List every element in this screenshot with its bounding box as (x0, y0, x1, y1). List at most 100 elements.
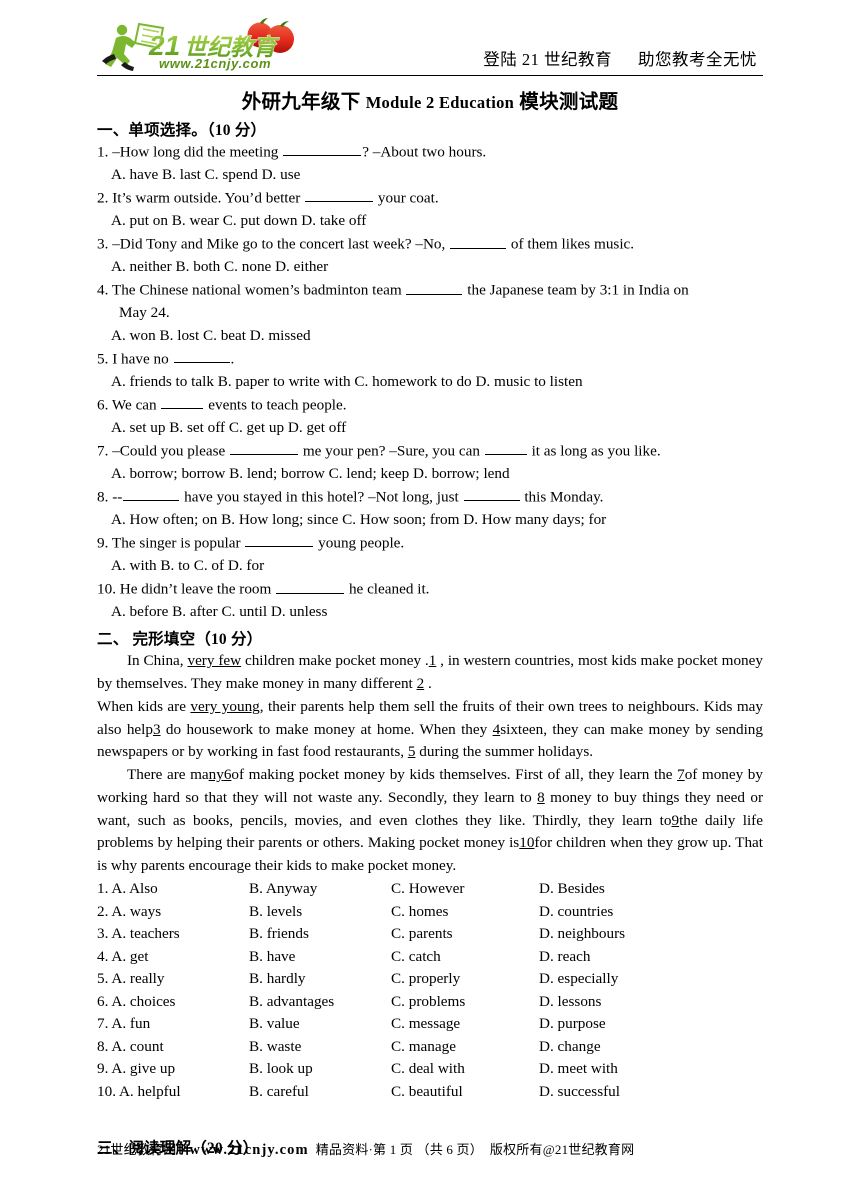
page-title: 外研九年级下 Module 2 Education 模块测试题 (97, 85, 763, 114)
cloze-opt-1-b: B. Anyway (249, 880, 318, 898)
cloze-option-row: 1. A. Also B. Anyway C. However D. Besid… (97, 878, 763, 901)
q10-text-b: he cleaned it. (345, 580, 430, 598)
cloze-opt-8-b: B. waste (249, 1037, 302, 1055)
cloze-paragraph-1: In China, very few children make pocket … (97, 650, 763, 696)
cloze-opt-1-a: 1. A. Also (97, 880, 158, 898)
q9-blank (245, 532, 314, 548)
cloze-p3-seg2: of making pocket money by kids themselve… (231, 766, 678, 784)
cloze-opt-4-a: 4. A. get (97, 947, 149, 965)
page-content: 21 世纪教育 www.21cnjy.com 登陆 21 世纪教育 助您教考全无忧… (97, 18, 763, 1159)
question-8-options: A. How often; on B. How long; since C. H… (111, 511, 607, 529)
q6-blank (161, 394, 204, 410)
q4-blank (406, 279, 463, 295)
cloze-opt-2-c: C. homes (391, 902, 449, 920)
cloze-opt-8-c: C. manage (391, 1037, 456, 1055)
cloze-opt-7-b: B. value (249, 1015, 300, 1033)
cloze-options-list: 1. A. Also B. Anyway C. However D. Besid… (97, 878, 763, 1103)
cloze-opt-7-c: C. message (391, 1015, 461, 1033)
cloze-option-row: 4. A. get B. have C. catch D. reach (97, 946, 763, 969)
q8-text-a: 8. -- (97, 488, 123, 506)
svg-text:www.21cnjy.com: www.21cnjy.com (159, 56, 271, 71)
document-page: 21 世纪教育 www.21cnjy.com 登陆 21 世纪教育 助您教考全无忧… (0, 0, 860, 1191)
cloze-blank-7: 7 (677, 766, 685, 784)
q7-blank-2 (484, 440, 527, 456)
cloze-opt-5-d: D. especially (539, 970, 619, 988)
cloze-opt-5-b: B. hardly (249, 970, 306, 988)
question-4-continuation: May 24. (119, 304, 170, 322)
logo-graphic: 21 世纪教育 www.21cnjy.com (102, 18, 294, 71)
q2-blank (305, 187, 374, 203)
cloze-p2-seg3: do housework to make money at home. When… (160, 720, 493, 738)
cloze-opt-6-a: 6. A. choices (97, 992, 176, 1010)
question-5-options: A. friends to talk B. paper to write wit… (111, 373, 583, 391)
q10-blank (276, 578, 345, 594)
cloze-p2-seg5: during the summer holidays. (415, 743, 594, 761)
q7-text-b: me your pen? –Sure, you can (299, 442, 484, 460)
question-7-options: A. borrow; borrow B. lend; borrow C. len… (111, 465, 510, 483)
cloze-option-row: 3. A. teachers B. friends C. parents D. … (97, 923, 763, 946)
cloze-p1-underline-1: very few (187, 652, 242, 670)
cloze-opt-9-d: D. meet with (539, 1060, 618, 1078)
q8-text-b: have you stayed in this hotel? –Not long… (180, 488, 463, 506)
question-6-options: A. set up B. set off C. get up D. get of… (111, 419, 347, 437)
q1-text-b: ? –About two hours. (362, 143, 487, 161)
cloze-opt-7-a: 7. A. fun (97, 1015, 151, 1033)
q9-text-b: young people. (314, 534, 405, 552)
q2-text-a: 2. It’s warm outside. You’d better (97, 189, 305, 207)
footer-site-name: 21世纪教育网 (97, 1142, 177, 1157)
cloze-opt-9-b: B. look up (249, 1060, 313, 1078)
cloze-p3-seg1: There are ma (127, 766, 209, 784)
header-slogan-left: 登陆 21 世纪教育 (483, 50, 612, 69)
question-6-stem: 6. We can events to teach people. (97, 394, 763, 417)
cloze-opt-3-a: 3. A. teachers (97, 925, 180, 943)
cloze-opt-3-d: D. neighbours (539, 925, 626, 943)
cloze-opt-1-d: D. Besides (539, 880, 605, 898)
cloze-opt-4-c: C. catch (391, 947, 441, 965)
question-2-options: A. put on B. wear C. put down D. take of… (111, 212, 367, 230)
brand-logo: 21 世纪教育 www.21cnjy.com (97, 18, 305, 72)
question-1-stem: 1. –How long did the meeting ? –About tw… (97, 141, 763, 164)
footer-site-url[interactable]: www.21cnjy.com (189, 1142, 308, 1158)
cloze-p3-underline-1: ny (208, 766, 224, 784)
q8-blank-2 (463, 486, 520, 502)
cloze-p1-seg2: children make pocket money . (241, 652, 429, 670)
cloze-opt-3-b: B. friends (249, 925, 309, 943)
question-8-stem: 8. -- have you stayed in this hotel? –No… (97, 486, 763, 509)
section-heading-two: 二、 完形填空（10 分） (97, 631, 263, 649)
q6-text-a: 6. We can (97, 396, 161, 414)
cloze-blank-3: 3 (152, 720, 161, 738)
cloze-opt-6-d: D. lessons (539, 992, 602, 1010)
cloze-p2-seg1: When kids are (97, 697, 191, 715)
question-9-stem: 9. The singer is popular young people. (97, 532, 763, 555)
question-1-options: A. have B. last C. spend D. use (111, 166, 301, 184)
cloze-opt-10-c: C. beautiful (391, 1082, 463, 1100)
q5-text-a: 5. I have no (97, 350, 173, 368)
q4-text-a: 4. The Chinese national women’s badminto… (97, 281, 406, 299)
cloze-option-row: 9. A. give up B. look up C. deal with D.… (97, 1058, 763, 1081)
page-header: 21 世纪教育 www.21cnjy.com 登陆 21 世纪教育 助您教考全无忧 (97, 18, 763, 72)
cloze-opt-5-c: C. properly (391, 970, 461, 988)
q1-blank (283, 141, 362, 157)
cloze-opt-6-b: B. advantages (249, 992, 335, 1010)
cloze-blank-8: 8 (537, 788, 545, 806)
cloze-blank-10: 10 (519, 834, 535, 852)
cloze-option-row: 2. A. ways B. levels C. homes D. countri… (97, 901, 763, 924)
cloze-paragraph-3: There are many6of making pocket money by… (97, 764, 763, 878)
footer-material-info: 精品资料·第 1 页 （共 6 页） (315, 1142, 483, 1157)
q10-text-a: 10. He didn’t leave the room (97, 580, 276, 598)
q8-text-c: this Monday. (520, 488, 604, 506)
cloze-opt-10-a: 10. A. helpful (97, 1082, 181, 1100)
question-4-options: A. won B. lost C. beat D. missed (111, 327, 311, 345)
question-2-stem: 2. It’s warm outside. You’d better your … (97, 187, 763, 210)
cloze-opt-10-b: B. careful (249, 1082, 309, 1100)
q7-text-c: it as long as you like. (527, 442, 661, 460)
cloze-opt-2-a: 2. A. ways (97, 902, 162, 920)
cloze-option-row: 7. A. fun B. value C. message D. purpose (97, 1013, 763, 1036)
q4-text-b: the Japanese team by 3:1 in India on (463, 281, 689, 299)
cloze-opt-7-d: D. purpose (539, 1015, 606, 1033)
header-slogan-right: 助您教考全无忧 (638, 50, 757, 69)
cloze-opt-10-d: D. successful (539, 1082, 620, 1100)
cloze-opt-2-b: B. levels (249, 902, 303, 920)
cloze-opt-2-d: D. countries (539, 902, 614, 920)
cloze-option-row: 8. A. count B. waste C. manage D. change (97, 1036, 763, 1059)
